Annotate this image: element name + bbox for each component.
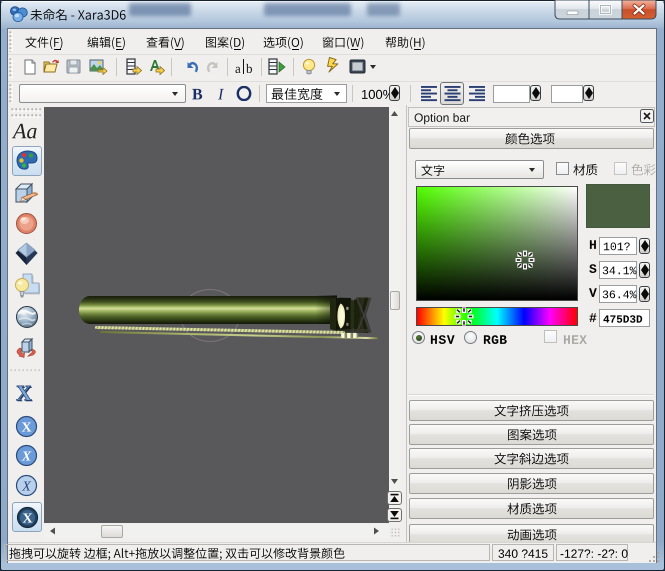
svg-text:X: X	[21, 450, 32, 465]
svg-text:X: X	[21, 421, 31, 436]
svg-text:X: X	[21, 480, 31, 495]
svg-text:X: X	[22, 512, 32, 527]
